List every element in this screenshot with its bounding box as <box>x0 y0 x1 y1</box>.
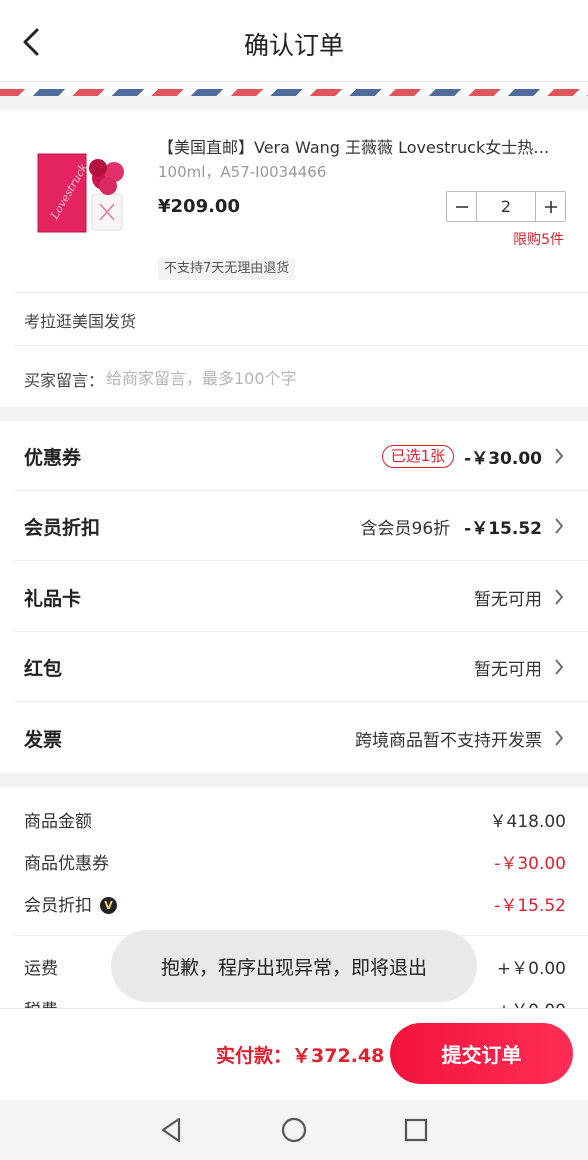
decrease-button[interactable] <box>447 192 476 221</box>
gift-card-row[interactable]: 礼品卡 暂无可用 <box>14 562 588 632</box>
coupon-label: 优惠券 <box>24 447 82 469</box>
nav-back-button[interactable] <box>154 1113 188 1147</box>
member-discount-text: 含会员96折 <box>360 518 451 539</box>
purchase-limit: 限购5件 <box>513 232 564 248</box>
goods-amount-value: ￥418.00 <box>489 811 566 832</box>
product-spec: 100ml，A57-I0034466 <box>158 163 327 181</box>
system-nav-bar <box>0 1100 588 1160</box>
freight-label: 运费 <box>24 958 58 979</box>
app-header: 确认订单 <box>0 0 588 82</box>
freight-value: +￥0.00 <box>496 958 566 979</box>
plus-icon <box>544 200 557 213</box>
chevron-right-icon <box>554 516 568 536</box>
chevron-right-icon <box>554 587 568 607</box>
shipping-origin: 考拉逛美国发货 <box>24 312 137 331</box>
red-packet-label: 红包 <box>24 658 63 680</box>
vip-badge-icon: V <box>100 897 117 914</box>
product-price: ¥209.00 <box>158 196 240 217</box>
increase-button[interactable] <box>536 192 565 221</box>
quantity-stepper: 2 <box>446 191 566 222</box>
chevron-right-icon <box>554 446 568 466</box>
error-toast: 抱歉，程序出现异常，即将退出 <box>111 930 477 1002</box>
invoice-row[interactable]: 发票 跨境商品暂不支持开发票 <box>14 703 588 773</box>
member-discount-row[interactable]: 会员折扣 含会员96折 -￥15.52 <box>14 491 588 561</box>
member-discount-label: 会员折扣 <box>24 517 101 539</box>
submit-order-button[interactable]: 提交订单 <box>390 1023 573 1084</box>
nav-home-button[interactable] <box>277 1113 311 1147</box>
goods-coupon-label: 商品优惠券 <box>24 853 109 874</box>
circle-home-icon <box>281 1117 307 1143</box>
gift-card-label: 礼品卡 <box>24 588 82 610</box>
product-image[interactable]: Lovestruck <box>30 148 130 238</box>
invoice-label: 发票 <box>24 729 63 751</box>
goods-coupon-row: 商品优惠券 -￥30.00 <box>24 846 566 876</box>
quantity-value[interactable]: 2 <box>476 192 536 221</box>
minus-icon <box>455 205 468 208</box>
coupon-selected-badge: 已选1张 <box>381 444 455 468</box>
triangle-back-icon <box>161 1117 181 1143</box>
section-divider <box>0 773 588 787</box>
member-discount-summary-label: 会员折扣 <box>24 895 92 916</box>
member-discount-summary-value: -￥15.52 <box>494 895 566 916</box>
goods-coupon-value: -￥30.00 <box>494 853 566 874</box>
invoice-status: 跨境商品暂不支持开发票 <box>355 730 542 751</box>
nav-recents-button[interactable] <box>399 1113 433 1147</box>
buyer-message-input[interactable] <box>106 364 546 392</box>
product-title[interactable]: 【美国直邮】Vera Wang 王薇薇 Lovestruck女士热… <box>158 134 554 158</box>
airmail-stripe <box>0 89 588 96</box>
page-title: 确认订单 <box>243 31 344 60</box>
coupon-row[interactable]: 优惠券 已选1张 -￥30.00 <box>14 421 588 491</box>
no-return-tag: 不支持7天无理由退货 <box>158 258 296 280</box>
message-label: 买家留言： <box>24 371 105 390</box>
red-packet-status: 暂无可用 <box>474 659 542 680</box>
member-discount-amount: -￥15.52 <box>464 518 542 539</box>
chevron-right-icon <box>554 657 568 677</box>
section-divider <box>0 407 588 421</box>
total-payment: 实付款：￥372.48 <box>216 1045 385 1067</box>
chevron-right-icon <box>554 728 568 748</box>
divider <box>14 345 588 346</box>
square-recents-icon <box>404 1118 428 1142</box>
member-discount-summary-row: 会员折扣 V -￥15.52 <box>24 888 566 918</box>
gift-card-status: 暂无可用 <box>474 589 542 610</box>
section-divider <box>0 96 588 110</box>
goods-amount-row: 商品金额 ￥418.00 <box>24 804 566 834</box>
red-packet-row[interactable]: 红包 暂无可用 <box>14 632 588 702</box>
coupon-amount: -￥30.00 <box>464 448 542 469</box>
goods-amount-label: 商品金额 <box>24 811 92 832</box>
